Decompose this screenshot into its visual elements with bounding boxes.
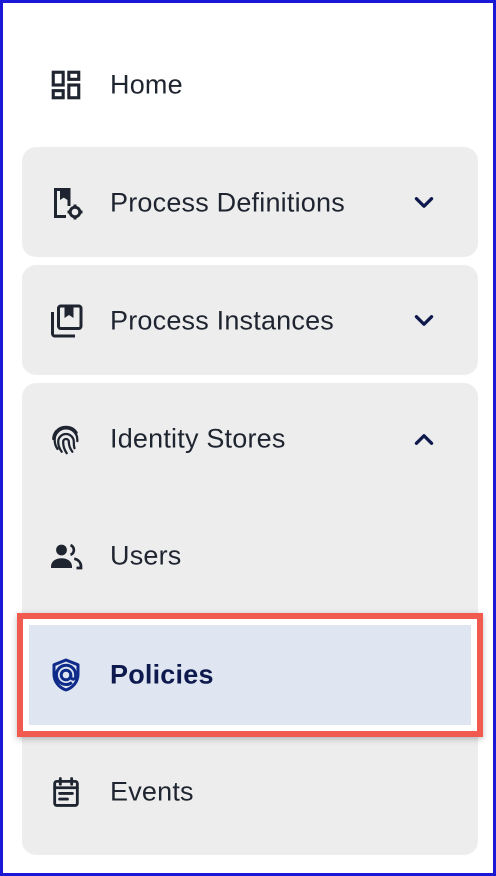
screenshot-frame-border [0,0,496,876]
